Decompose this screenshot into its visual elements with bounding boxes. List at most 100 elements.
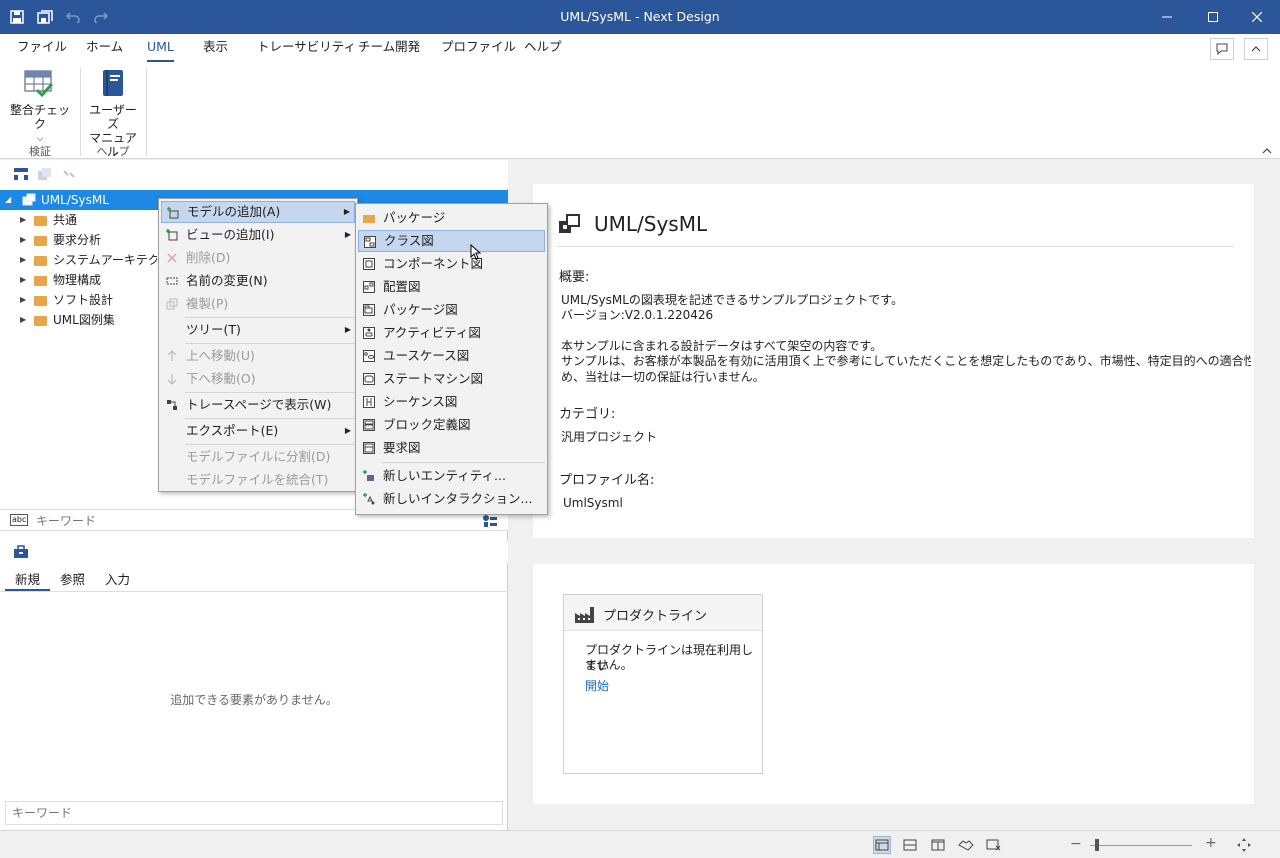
toolbox-tabs: 新規 参照 入力 xyxy=(0,564,508,592)
menu-item-trace-page[interactable]: トレースページで表示(W) xyxy=(161,394,355,416)
maximize-button[interactable] xyxy=(1190,0,1236,34)
overview-line: 本サンプルに含まれる設計データはすべて架空の内容です。 xyxy=(561,339,883,353)
block-diagram-icon xyxy=(362,418,376,432)
context-menu: モデルの追加(A) ▶ ビューの追加(I) ▶ 削除(D) 名前の変更(N) 複… xyxy=(158,198,358,492)
arrow-down-icon xyxy=(165,372,179,386)
tab-help[interactable]: ヘルプ xyxy=(524,34,562,62)
tree-item-label: ソフト設計 xyxy=(53,293,114,307)
close-button[interactable] xyxy=(1234,0,1280,34)
submenu-item-new-interaction[interactable]: 新しいインタラクション... xyxy=(358,488,545,510)
submenu-item-requirement-diagram[interactable]: 要求図 xyxy=(358,437,545,459)
tree-item-label: 物理構成 xyxy=(53,273,102,287)
expand-icon[interactable]: ◢ xyxy=(5,190,11,210)
zoom-in-icon[interactable]: + xyxy=(1205,835,1217,851)
category-label: カテゴリ: xyxy=(559,407,616,422)
layout-vertical-icon[interactable] xyxy=(929,836,947,854)
mouse-cursor-icon xyxy=(470,243,482,263)
link-icon[interactable] xyxy=(61,167,77,184)
menu-item-label: シーケンス図 xyxy=(383,394,458,409)
menu-item-move-up[interactable]: 上へ移動(U) xyxy=(161,345,355,367)
toolbox-icon xyxy=(13,545,29,562)
new-interaction-icon xyxy=(362,492,376,506)
submenu-item-component-diagram[interactable]: コンポーネント図 xyxy=(358,253,545,275)
tree-item-label: UML図例集 xyxy=(53,313,115,327)
zoom-slider-thumb[interactable] xyxy=(1095,839,1099,851)
consistency-check-button[interactable]: 整合チェック ⌵ xyxy=(8,68,72,146)
menu-item-label: パッケージ xyxy=(383,210,446,225)
tab-view[interactable]: 表示 xyxy=(203,34,228,62)
menu-separator xyxy=(185,317,355,318)
productline-header: プロダクトライン xyxy=(564,595,762,631)
expand-icon[interactable]: ▶ xyxy=(20,210,26,230)
zoom-slider[interactable] xyxy=(1090,845,1192,846)
expand-icon[interactable]: ▶ xyxy=(20,230,26,250)
feedback-icon[interactable] xyxy=(1210,38,1234,60)
menu-item-label: モデルファイルを統合(T) xyxy=(186,472,329,487)
folder-icon xyxy=(34,296,47,306)
copy-icon[interactable] xyxy=(37,167,53,184)
menu-item-tree[interactable]: ツリー(T) ▶ xyxy=(161,319,355,341)
productline-message: ません。 xyxy=(585,658,633,672)
folder-icon xyxy=(362,211,376,225)
menu-item-split-file[interactable]: モデルファイルに分割(D) xyxy=(161,446,355,468)
profile-value: UmlSysml xyxy=(563,496,623,510)
window-close-icon[interactable] xyxy=(985,836,1003,854)
tree-view-icon[interactable] xyxy=(13,167,29,184)
expand-icon[interactable]: ▶ xyxy=(20,310,26,330)
sequence-diagram-icon xyxy=(362,395,376,409)
menu-item-label: 要求図 xyxy=(383,440,421,455)
handshake-icon[interactable] xyxy=(957,836,975,854)
menu-item-delete[interactable]: 削除(D) xyxy=(161,247,355,269)
ribbon: 整合チェック ⌵ 検証 ユーザーズ マニュアル ヘルプ xyxy=(0,62,1280,159)
submenu-item-sequence-diagram[interactable]: シーケンス図 xyxy=(358,391,545,413)
tab-new[interactable]: 新規 xyxy=(5,569,50,591)
menu-item-label: ブロック定義図 xyxy=(383,417,471,432)
expand-icon[interactable]: ▶ xyxy=(20,290,26,310)
submenu-item-statemachine-diagram[interactable]: ステートマシン図 xyxy=(358,368,545,390)
zoom-out-icon[interactable]: − xyxy=(1070,836,1082,852)
collapse-ribbon-icon[interactable] xyxy=(1244,38,1268,60)
submenu-item-activity-diagram[interactable]: アクティビティ図 xyxy=(358,322,545,344)
tab-team[interactable]: チーム開発 xyxy=(358,34,420,62)
package-diagram-icon xyxy=(362,303,376,317)
toolbox-search-input[interactable] xyxy=(12,805,492,821)
overview-label: 概要: xyxy=(559,270,590,285)
expand-icon[interactable]: ▶ xyxy=(20,270,26,290)
expand-icon[interactable]: ▶ xyxy=(20,250,26,270)
submenu-item-deployment-diagram[interactable]: 配置図 xyxy=(358,276,545,298)
layout-single-icon[interactable] xyxy=(873,836,891,854)
layout-horizontal-icon[interactable] xyxy=(901,836,919,854)
menu-item-move-down[interactable]: 下へ移動(O) xyxy=(161,368,355,390)
add-model-icon xyxy=(166,206,180,220)
menu-item-add-view[interactable]: ビューの追加(I) ▶ xyxy=(161,224,355,246)
menu-item-label: クラス図 xyxy=(384,233,434,248)
filter-icon[interactable] xyxy=(482,514,498,531)
minimize-button[interactable] xyxy=(1144,0,1190,34)
deployment-diagram-icon xyxy=(362,280,376,294)
ribbon-chevron-up-icon[interactable] xyxy=(1262,146,1272,157)
submenu-item-package[interactable]: パッケージ xyxy=(358,207,545,229)
menu-item-export[interactable]: エクスポート(E) ▶ xyxy=(161,420,355,442)
productline-card: プロダクトライン プロダクトラインは現在利用してい ません。 開始 xyxy=(563,594,763,774)
project-icon xyxy=(557,212,583,239)
tab-reference[interactable]: 参照 xyxy=(60,569,85,591)
tab-uml[interactable]: UML xyxy=(147,34,174,62)
submenu-item-block-diagram[interactable]: ブロック定義図 xyxy=(358,414,545,436)
menu-separator xyxy=(185,343,355,344)
menu-item-duplicate[interactable]: 複製(P) xyxy=(161,293,355,315)
submenu-item-usecase-diagram[interactable]: ユースケース図 xyxy=(358,345,545,367)
tab-traceability[interactable]: トレーサビリティ xyxy=(257,34,356,62)
tab-profile[interactable]: プロファイル xyxy=(441,34,516,62)
productline-start-link[interactable]: 開始 xyxy=(585,678,609,694)
submenu-item-new-entity[interactable]: 新しいエンティティ... xyxy=(358,465,545,487)
tab-file[interactable]: ファイル xyxy=(17,34,67,62)
tab-home[interactable]: ホーム xyxy=(86,34,123,62)
tab-input[interactable]: 入力 xyxy=(105,569,130,591)
fit-to-window-icon[interactable] xyxy=(1235,836,1253,854)
submenu-item-package-diagram[interactable]: パッケージ図 xyxy=(358,299,545,321)
menu-item-rename[interactable]: 名前の変更(N) xyxy=(161,270,355,292)
submenu-item-class-diagram[interactable]: クラス図 xyxy=(358,230,545,252)
menu-item-merge-file[interactable]: モデルファイルを統合(T) xyxy=(161,469,355,491)
menu-item-add-model[interactable]: モデルの追加(A) ▶ xyxy=(161,201,355,223)
book-icon xyxy=(103,70,123,96)
